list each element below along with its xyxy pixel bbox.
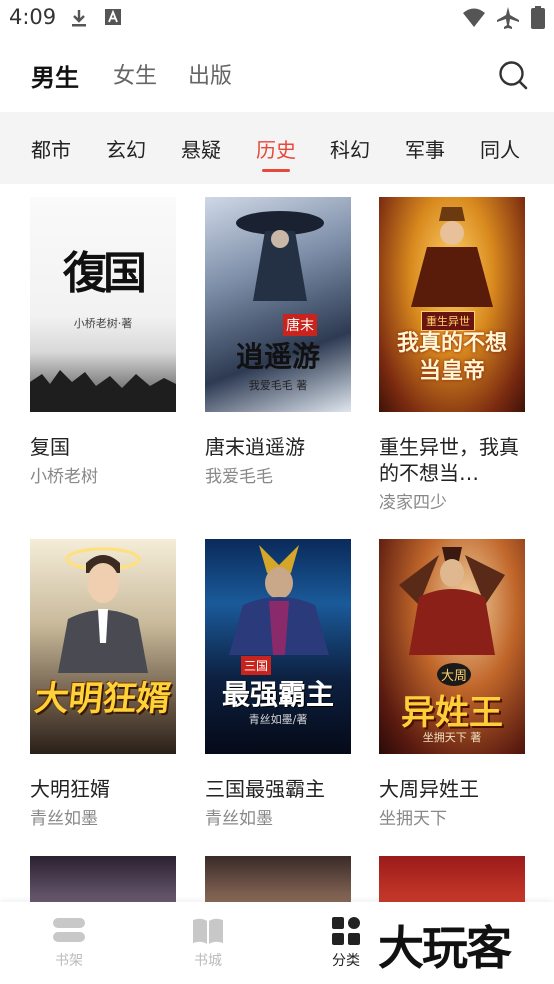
cover-warrior-illustration (236, 211, 324, 301)
nav-bookshelf[interactable]: 书架 (34, 916, 104, 970)
book-cover[interactable]: 重生异世 我真的不想当皇帝 (379, 197, 525, 412)
category-tongren[interactable]: 同人 (480, 134, 520, 163)
book-open-icon (193, 918, 223, 944)
book-author: 青丝如墨 (205, 809, 273, 829)
book-author: 青丝如墨 (30, 809, 98, 829)
book-author: 坐拥天下 (379, 809, 447, 829)
cover-title: 復国 (63, 248, 147, 299)
book-card[interactable]: 大周 异姓王 坐拥天下 著 大周异姓王 坐拥天下 (379, 539, 525, 830)
category-xuanhuan[interactable]: 玄幻 (106, 134, 146, 163)
active-category-underline (262, 169, 290, 172)
nav-category-label: 分类 (332, 953, 360, 969)
cover-title: 逍遥游 (235, 340, 320, 373)
search-icon[interactable] (498, 60, 528, 90)
cover-author: 坐拥天下 著 (422, 731, 482, 744)
app-notification-icon (105, 9, 121, 25)
grid-icon (332, 917, 360, 945)
category-xuanyi[interactable]: 悬疑 (181, 134, 221, 163)
book-author: 我爱毛毛 (205, 467, 273, 487)
wifi-icon (463, 8, 485, 27)
book-author: 小桥老树 (30, 467, 98, 487)
cover-emperor-illustration (411, 207, 493, 307)
category-dushi[interactable]: 都市 (31, 134, 71, 163)
battery-icon (531, 6, 545, 29)
tab-female[interactable]: 女生 (113, 58, 157, 90)
book-cover[interactable]: 三国 最强霸主 青丝如墨/著 (205, 539, 351, 754)
book-cover[interactable]: 復国 小桥老树·著 (30, 197, 176, 412)
book-title: 唐末逍遥游 (205, 435, 305, 459)
watermark-logo: 大玩客 (378, 921, 512, 975)
category-junshi[interactable]: 军事 (405, 134, 445, 163)
book-cover[interactable] (379, 856, 525, 902)
book-cover[interactable]: 大周 异姓王 坐拥天下 著 (379, 539, 525, 754)
tab-publish[interactable]: 出版 (188, 58, 232, 90)
book-title: 复国 (30, 435, 70, 459)
status-bar: 4:09 (0, 0, 554, 36)
cover-king-illustration (399, 547, 505, 655)
book-cover[interactable] (205, 856, 351, 902)
bookshelf-icon (53, 918, 85, 942)
tab-male[interactable]: 男生 (31, 58, 79, 93)
nav-bookstore[interactable]: 书城 (173, 916, 243, 970)
cover-author: 我爱毛毛 著 (248, 379, 308, 392)
header: 男生 女生 出版 (0, 36, 554, 112)
nav-category[interactable]: 分类 (311, 916, 381, 970)
book-author: 凌家四少 (379, 493, 447, 513)
status-time: 4:09 (9, 5, 57, 29)
cover-battle-silhouette (30, 370, 176, 412)
cover-title: 大明狂婿 (32, 679, 173, 719)
cover-author: 小桥老树·著 (73, 317, 133, 330)
category-lishi[interactable]: 历史 (256, 134, 296, 172)
book-card[interactable]: 重生异世 我真的不想当皇帝 重生异世，我真的不想当… 凌家四少 (379, 197, 525, 514)
cover-title: 最强霸主 (221, 678, 334, 711)
cover-badge: 唐末 (283, 314, 317, 336)
book-title: 大明狂婿 (30, 777, 110, 801)
airplane-mode-icon (497, 7, 519, 29)
category-lishi-label: 历史 (256, 138, 296, 162)
cover-warlord-illustration (229, 545, 329, 655)
cover-title: 我真的不想当皇帝 (396, 330, 507, 384)
book-title: 大周异姓王 (379, 777, 479, 801)
download-icon (72, 10, 86, 27)
book-card[interactable]: 三国 最强霸主 青丝如墨/著 三国最强霸主 青丝如墨 (205, 539, 351, 830)
cover-title: 异姓王 (401, 693, 503, 733)
book-title: 重生异世，我真的不想当… (379, 435, 519, 485)
book-card[interactable]: 唐末 逍遥游 我爱毛毛 著 唐末逍遥游 我爱毛毛 (205, 197, 351, 488)
book-cover[interactable]: 唐末 逍遥游 我爱毛毛 著 (205, 197, 351, 412)
category-kehuan[interactable]: 科幻 (330, 134, 370, 163)
book-card[interactable]: 大明狂婿 大明狂婿 青丝如墨 (30, 539, 176, 830)
cover-man-illustration (58, 547, 148, 673)
nav-bookstore-label: 书城 (194, 953, 222, 969)
cover-badge: 大周 (437, 663, 472, 686)
nav-bookshelf-label: 书架 (55, 953, 83, 969)
book-cover[interactable]: 大明狂婿 (30, 539, 176, 754)
cover-author: 青丝如墨/著 (248, 713, 308, 726)
book-card[interactable]: 復国 小桥老树·著 复国 小桥老树 (30, 197, 176, 488)
category-bar: 都市 玄幻 悬疑 历史 科幻 军事 同人 (0, 112, 554, 184)
book-cover[interactable] (30, 856, 176, 902)
book-title: 三国最强霸主 (205, 777, 325, 801)
cover-badge: 重生异世 (421, 311, 475, 331)
